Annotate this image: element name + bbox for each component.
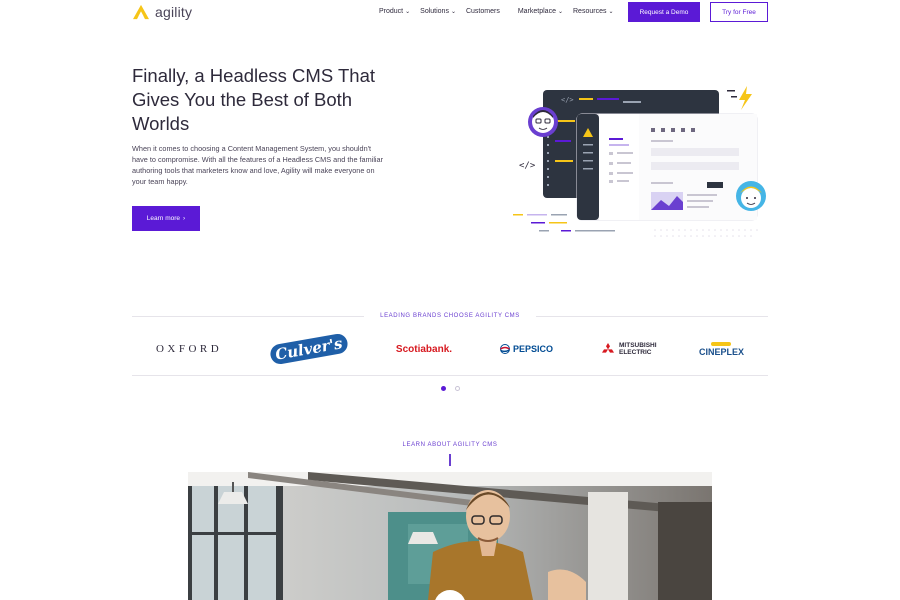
agility-logo[interactable]: agility [132,4,192,20]
hero-illustration: </> </> [505,80,775,250]
chevron-down-icon: ⌄ [557,8,563,15]
scotiabank-logo-text: Scotiabank. [395,343,453,355]
chevron-down-icon: ⌄ [608,8,614,15]
main-nav: Product ⌄ Solutions ⌄ Customers Marketpl… [379,8,614,15]
site-header: agility Product ⌄ Solutions ⌄ Customers … [132,0,768,26]
nav-marketplace[interactable]: Marketplace ⌄ [518,8,563,15]
try-for-free-button[interactable]: Try for Free [710,2,768,22]
nav-product-label: Product [379,8,404,15]
chevron-right-icon: › [183,215,186,222]
learn-more-button[interactable]: Learn more › [132,206,200,231]
request-demo-button[interactable]: Request a Demo [628,2,700,22]
mitsubishi-electric-logo-text: MITSUBISHI ELECTRIC [619,342,657,356]
hero-description: When it comes to choosing a Content Mana… [132,144,384,186]
logo-text: agility [155,4,193,20]
culvers-logo-text: Culver's [269,332,350,366]
carousel-dot-2[interactable] [455,386,460,391]
pepsico-logo: PEPSICO [500,331,553,367]
svg-text:</>: </> [561,96,574,104]
chevron-down-icon: ⌄ [450,8,456,15]
office-photo [188,472,712,600]
oxford-logo: OXFORD [156,331,222,367]
scotiabank-logo: Scotiabank. [396,331,452,367]
culvers-logo: Culver's [269,331,350,367]
pepsico-logo-text: PEPSICO [513,344,554,354]
hero-title: Finally, a Headless CMS That Gives You t… [132,65,375,134]
mitsubishi-electric-logo: MITSUBISHI ELECTRIC [601,331,657,367]
nav-solutions[interactable]: Solutions ⌄ [420,8,456,15]
video-thumbnail[interactable] [188,472,712,600]
nav-customers[interactable]: Customers [466,8,500,15]
nav-marketplace-label: Marketplace [517,8,556,15]
carousel-dot-1[interactable] [441,386,446,391]
cineplex-logo-text: CINEPLEX [698,346,744,357]
chevron-down-icon: ⌄ [405,8,411,15]
nav-resources[interactable]: Resources ⌄ [573,8,614,15]
nav-product[interactable]: Product ⌄ [379,8,410,15]
pepsico-globe-icon [500,344,511,354]
cineplex-logo: CINEPLEX [699,331,744,367]
agility-logo-mark-icon [133,4,149,20]
divider [132,375,768,376]
cineplex-logo-mark [711,341,732,346]
learn-heading: LEARN ABOUT AGILITY CMS [402,442,498,448]
brand-logo-carousel: OXFORD Culver's Scotiabank. PEPSICO MITS… [132,330,768,368]
learn-more-label: Learn more [146,215,181,222]
nav-customers-label: Customers [465,8,500,15]
nav-resources-label: Resources [573,8,607,15]
brands-heading: LEADING BRANDS CHOOSE AGILITY CMS [380,313,520,319]
carousel-dots [441,386,460,391]
cms-illustration-graphic: </> </> [513,86,766,237]
mitsubishi-diamonds-icon [602,342,614,353]
oxford-logo-text: OXFORD [155,343,223,355]
lightning-icon [739,86,752,110]
code-tag-icon: </> [519,161,536,171]
divider [449,454,451,466]
nav-solutions-label: Solutions [420,8,449,15]
